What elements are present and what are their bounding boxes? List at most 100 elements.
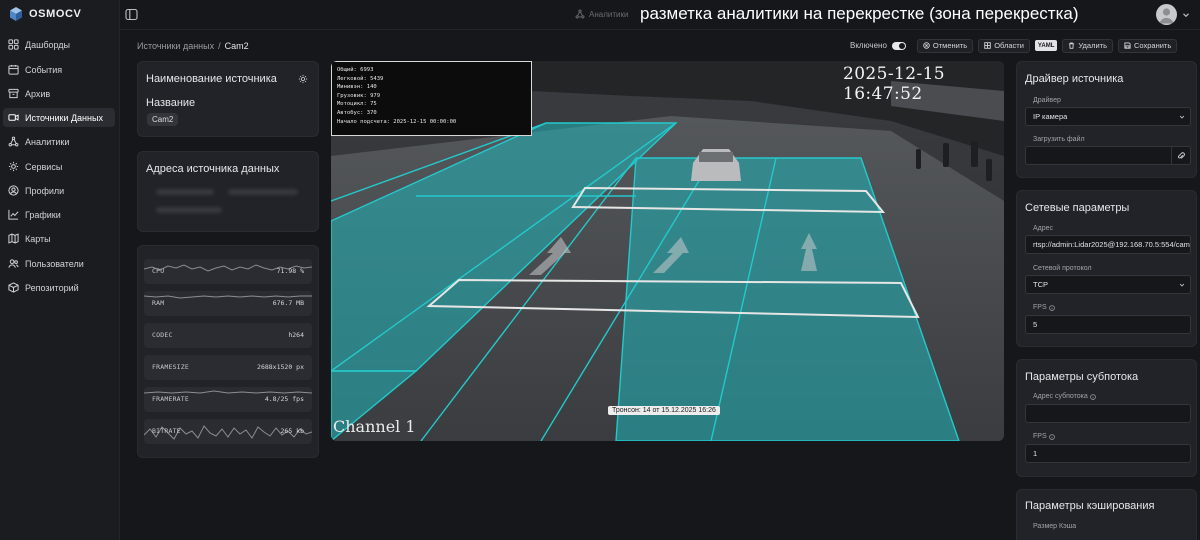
delete-label: Удалить xyxy=(1078,41,1107,50)
sidebar-toggle-icon[interactable] xyxy=(125,8,138,21)
driver-label: Драйвер xyxy=(1033,97,1061,104)
sidebar-item-profiles[interactable]: Профили xyxy=(3,181,115,200)
source-name-chip[interactable]: Cam2 xyxy=(147,113,179,126)
metric-framerate: FRAMERATE 4.8/25 fps xyxy=(144,387,312,412)
osd-channel: Channel 1 xyxy=(333,417,416,436)
metric-name: FRAMESIZE xyxy=(152,363,190,371)
breadcrumb-separator: / xyxy=(218,41,221,51)
metric-value: 2688x1520 px xyxy=(257,363,304,371)
substream-address-input[interactable] xyxy=(1025,404,1191,423)
protocol-select-value: TCP xyxy=(1033,280,1048,289)
sidebar-item-label: Источники Данных xyxy=(25,112,103,123)
sidebar-item-services[interactable]: Сервисы xyxy=(3,157,115,176)
fps-input[interactable]: 5 xyxy=(1025,315,1191,334)
paperclip-icon xyxy=(1177,151,1185,159)
save-button[interactable]: Сохранить xyxy=(1118,38,1178,53)
sidebar-item-events[interactable]: События xyxy=(3,60,115,79)
map-icon xyxy=(8,233,19,244)
user-silhouette-icon xyxy=(1159,8,1174,24)
sidebar-item-charts[interactable]: Графики xyxy=(3,205,115,224)
source-name-card: Наименование источника Название Cam2 xyxy=(137,61,319,137)
sidebar-item-users[interactable]: Пользователи xyxy=(3,254,115,273)
stat-line: Грузовик: 979 xyxy=(337,92,381,99)
stat-line: Минивэн: 140 xyxy=(337,84,377,91)
sidebar-item-label: Дашборды xyxy=(25,39,70,50)
network-card: Сетевые параметры Адрес rtsp://admin:Lid… xyxy=(1016,190,1197,347)
substream-fps-input[interactable]: 1 xyxy=(1025,444,1191,463)
sidebar-item-data-sources[interactable]: Источники Данных xyxy=(3,108,115,127)
settings-icon[interactable] xyxy=(298,74,308,84)
cancel-button[interactable]: Отменить xyxy=(916,38,974,53)
users-icon xyxy=(8,259,19,268)
address-input[interactable]: rtsp://admin:Lidar2025@192.168.70.5:554/… xyxy=(1025,235,1191,254)
analytics-icon xyxy=(8,136,19,147)
sidebar-item-label: Пользователи xyxy=(25,258,84,269)
driver-select-value: IP камера xyxy=(1033,112,1068,121)
fps-label: FPS xyxy=(1033,304,1055,311)
chevron-down-icon[interactable] xyxy=(1182,11,1190,19)
upload-file-field[interactable] xyxy=(1025,146,1191,165)
archive-icon xyxy=(8,88,19,99)
sidebar-item-label: Сервисы xyxy=(25,161,63,172)
counter-stats-overlay: Общий: 6993 Легковой: 5439 Минивэн: 140 … xyxy=(331,61,532,136)
driver-select[interactable]: IP камера xyxy=(1025,107,1191,126)
blurred-address xyxy=(228,189,298,195)
stat-line: Мотоцикл: 75 xyxy=(337,101,377,108)
sidebar-item-label: Карты xyxy=(25,233,51,244)
camera-icon xyxy=(8,114,19,121)
stat-line: Общий: 6993 xyxy=(337,67,374,73)
sidebar-item-label: Профили xyxy=(25,185,65,196)
protocol-select[interactable]: TCP xyxy=(1025,275,1191,294)
delete-button[interactable]: Удалить xyxy=(1062,38,1113,53)
chart-icon xyxy=(8,209,19,220)
info-icon[interactable] xyxy=(1089,393,1096,400)
metric-value: 71.98 % xyxy=(276,267,304,275)
services-icon xyxy=(8,161,19,172)
metric-name: CPU xyxy=(152,267,165,275)
metric-cpu: CPU 71.98 % xyxy=(144,259,312,284)
zone-tooltip: Тронсон: 14 от 15.12.2025 16:26 xyxy=(608,406,720,415)
areas-label: Области xyxy=(994,41,1024,50)
box-icon xyxy=(8,282,19,293)
substream-card: Параметры субпотока Адрес субпотока FPS … xyxy=(1016,359,1197,477)
video-preview[interactable]: Общий: 6993 Легковой: 5439 Минивэн: 140 … xyxy=(331,61,1004,441)
sidebar: OSMOCV Дашборды События Архив Источники … xyxy=(0,0,120,540)
sidebar-item-repository[interactable]: Репозиторий xyxy=(3,278,115,297)
logo[interactable]: OSMOCV xyxy=(8,6,82,22)
blurred-address xyxy=(156,207,222,213)
metric-bitrate: BITRATE 265 kb xyxy=(144,419,312,444)
sidebar-item-dashboards[interactable]: Дашборды xyxy=(3,35,115,54)
trash-icon xyxy=(1069,42,1075,49)
metric-name: CODEC xyxy=(152,331,173,339)
blurred-address xyxy=(156,189,214,195)
cache-size-label: Размер Кэша xyxy=(1033,523,1077,530)
stat-line: Легковой: 5439 xyxy=(337,75,384,82)
sidebar-item-maps[interactable]: Карты xyxy=(3,229,115,248)
network-card-title: Сетевые параметры xyxy=(1025,202,1130,214)
driver-card: Драйвер источника Драйвер IP камера Загр… xyxy=(1016,61,1197,178)
sidebar-item-analytics[interactable]: Аналитики xyxy=(3,132,115,151)
upload-button[interactable] xyxy=(1171,147,1190,164)
top-analytics-link[interactable]: Аналитики xyxy=(575,9,628,19)
sidebar-item-label: Графики xyxy=(25,209,61,220)
metric-value: 676.7 MB xyxy=(272,299,304,307)
substream-fps-label-text: FPS xyxy=(1033,433,1047,440)
yaml-button[interactable]: YAML xyxy=(1034,40,1058,51)
info-icon[interactable] xyxy=(1048,433,1055,440)
top-bar: Аналитики разметка аналитики на перекрес… xyxy=(120,0,1200,30)
enabled-toggle[interactable] xyxy=(891,41,906,50)
substream-fps-label: FPS xyxy=(1033,433,1055,440)
stat-line: Автобус: 370 xyxy=(337,109,377,116)
breadcrumb-parent[interactable]: Источники данных xyxy=(137,41,214,51)
fps-label-text: FPS xyxy=(1033,304,1047,311)
info-icon[interactable] xyxy=(1048,304,1055,311)
areas-button[interactable]: Области xyxy=(978,38,1030,53)
user-avatar[interactable] xyxy=(1156,4,1177,25)
profile-icon xyxy=(8,185,19,196)
address-label: Адрес xyxy=(1033,225,1054,232)
sidebar-item-archive[interactable]: Архив xyxy=(3,84,115,103)
chevron-down-icon xyxy=(1179,283,1185,287)
source-address-title: Адреса источника данных xyxy=(146,163,280,175)
chevron-down-icon xyxy=(1179,115,1185,119)
save-icon xyxy=(1124,42,1131,49)
